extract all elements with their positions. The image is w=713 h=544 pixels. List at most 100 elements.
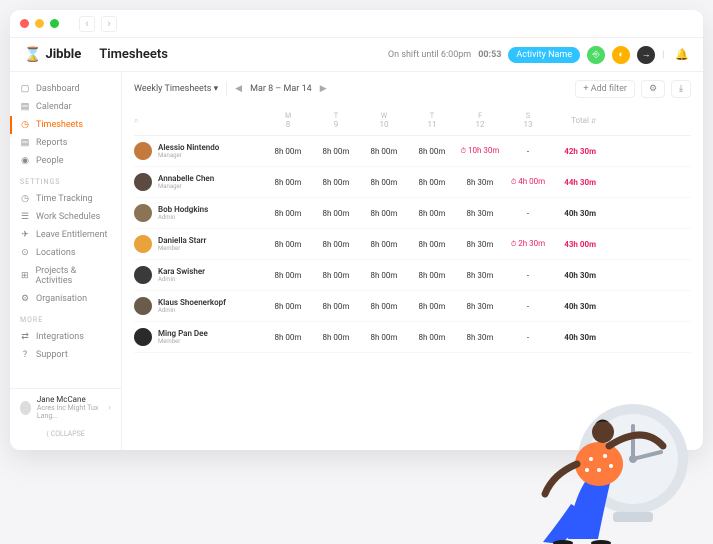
sidebar-item-reports[interactable]: ▤Reports	[10, 134, 121, 152]
total-cell: 44h 30m	[552, 178, 600, 187]
day-header: S13	[504, 112, 552, 129]
table-row[interactable]: Alessio NintendoManager8h 00m8h 00m8h 00…	[134, 136, 691, 167]
table-row[interactable]: Daniella StarrMember8h 00m8h 00m8h 00m8h…	[134, 229, 691, 260]
close-dot[interactable]	[20, 19, 29, 28]
back-button[interactable]: ‹	[79, 16, 95, 32]
overtime-icon: ⏱	[461, 147, 466, 156]
person-role: Manager	[158, 183, 214, 190]
sidebar-item-work-schedules[interactable]: ☰ Work Schedules	[10, 208, 121, 226]
time-cell: ⏱2h 30m	[504, 239, 552, 249]
more-header: MORE	[10, 308, 121, 328]
time-cell: 8h 00m	[408, 178, 456, 187]
window-chrome: ‹ ›	[10, 10, 703, 38]
sidebar-label: People	[36, 156, 64, 166]
sidebar-item-calendar[interactable]: ▤Calendar	[10, 98, 121, 116]
sidebar-item-integrations[interactable]: ⇄Integrations	[10, 328, 121, 346]
overtime-icon: ⏱	[511, 178, 516, 187]
sidebar-icon: ▤	[20, 138, 30, 148]
table-row[interactable]: Klaus ShoenerkopfAdmin8h 00m8h 00m8h 00m…	[134, 291, 691, 322]
overtime-icon: ⏱	[511, 240, 516, 249]
sidebar-item-locations[interactable]: ⊙Locations	[10, 244, 121, 262]
sidebar-icon: ◷	[20, 194, 30, 204]
export-button[interactable]: ⤓	[671, 80, 691, 98]
sidebar-icon: ◷	[20, 120, 30, 130]
person-role: Admin	[158, 307, 226, 314]
sidebar-label: Projects & Activities	[35, 266, 111, 286]
table-row[interactable]: Annabelle ChenManager8h 00m8h 00m8h 00m8…	[134, 167, 691, 198]
user-avatar	[20, 401, 31, 415]
view-selector[interactable]: Weekly Timesheets ▾	[134, 84, 218, 94]
user-card[interactable]: Jane McCane Acres Inc Might Tux Lang... …	[10, 388, 121, 426]
total-header[interactable]: Total	[571, 116, 589, 125]
brand-text: Jibble	[45, 47, 81, 62]
table-row[interactable]: Bob HodgkinsAdmin8h 00m8h 00m8h 00m8h 00…	[134, 198, 691, 229]
main-content: Weekly Timesheets ▾ ◀ Mar 8 – Mar 14 ▶ +…	[122, 72, 703, 450]
time-cell: 8h 00m	[312, 302, 360, 311]
page-title: Timesheets	[99, 47, 168, 62]
day-header: M8	[264, 112, 312, 129]
sidebar-item-support[interactable]: ?Support	[10, 346, 121, 364]
time-cell: 8h 00m	[264, 333, 312, 342]
day-header: W10	[360, 112, 408, 129]
collapse-sidebar[interactable]: ⟨ COLLAPSE	[10, 426, 121, 442]
minimize-dot[interactable]	[35, 19, 44, 28]
logo-icon: ⌛	[24, 47, 41, 63]
time-cell: 8h 00m	[360, 271, 408, 280]
sidebar-item-timesheets[interactable]: ◷ Timesheets	[10, 116, 121, 134]
time-cell: 8h 00m	[264, 209, 312, 218]
time-cell: 8h 00m	[360, 302, 408, 311]
time-cell: 8h 00m	[408, 209, 456, 218]
brand-logo[interactable]: ⌛ Jibble	[24, 47, 81, 63]
sidebar-item-leave-entitlement[interactable]: ✈Leave Entitlement	[10, 226, 121, 244]
avatar	[134, 142, 152, 160]
time-cell: 8h 30m	[456, 333, 504, 342]
total-cell: 40h 30m	[552, 271, 600, 280]
time-cell: ⏱4h 00m	[504, 177, 552, 187]
time-cell: 8h 00m	[264, 147, 312, 156]
settings-button[interactable]: ⚙	[641, 80, 665, 98]
person-cell: Bob HodgkinsAdmin	[134, 204, 264, 222]
maximize-dot[interactable]	[50, 19, 59, 28]
person-name: Ming Pan Dee	[158, 329, 208, 338]
time-cell: 8h 30m	[456, 302, 504, 311]
sidebar-icon: ⇄	[20, 332, 30, 342]
avatar	[134, 328, 152, 346]
time-cell: 8h 00m	[312, 333, 360, 342]
sidebar-item-time-tracking[interactable]: ◷ Time Tracking	[10, 190, 121, 208]
clock-out-icon[interactable]: →	[637, 46, 655, 64]
person-name: Klaus Shoenerkopf	[158, 298, 226, 307]
person-cell: Annabelle ChenManager	[134, 173, 264, 191]
table-row[interactable]: Kara SwisherAdmin8h 00m8h 00m8h 00m8h 00…	[134, 260, 691, 291]
add-filter-button[interactable]: + Add filter	[575, 80, 635, 98]
table-row[interactable]: Ming Pan DeeMember8h 00m8h 00m8h 00m8h 0…	[134, 322, 691, 353]
total-cell: 40h 30m	[552, 333, 600, 342]
sidebar-item-organisation[interactable]: ⚙Organisation	[10, 290, 121, 308]
sidebar-label: Work Schedules	[36, 212, 100, 222]
range-next-icon[interactable]: ▶	[320, 84, 327, 94]
forward-button[interactable]: ›	[101, 16, 117, 32]
sidebar-label: Timesheets	[36, 120, 83, 130]
date-range[interactable]: Mar 8 – Mar 14	[250, 84, 312, 94]
break-icon[interactable]: ◐	[612, 46, 630, 64]
time-cell: 8h 00m	[312, 147, 360, 156]
avatar	[134, 235, 152, 253]
time-cell: 8h 00m	[360, 209, 408, 218]
sidebar-label: Organisation	[36, 294, 87, 304]
sidebar-item-dashboard[interactable]: ▢Dashboard	[10, 80, 121, 98]
clock-in-icon[interactable]: ⎆	[587, 46, 605, 64]
person-cell: Klaus ShoenerkopfAdmin	[134, 297, 264, 315]
activity-pill[interactable]: Activity Name	[508, 47, 580, 63]
sidebar-label: Time Tracking	[36, 194, 93, 204]
range-prev-icon[interactable]: ◀	[235, 84, 242, 94]
day-header: T9	[312, 112, 360, 129]
sidebar-icon: ?	[20, 350, 30, 360]
sidebar-label: Locations	[36, 248, 75, 258]
time-cell: 8h 30m	[456, 240, 504, 249]
sidebar-icon: ☰	[20, 212, 30, 222]
notifications-icon[interactable]: 🔔	[675, 48, 689, 61]
search-icon[interactable]: ⌕	[134, 116, 264, 126]
person-role: Manager	[158, 152, 219, 159]
person-name: Daniella Starr	[158, 236, 206, 245]
sidebar-item-people[interactable]: ◉People	[10, 152, 121, 170]
sidebar-item-projects-activities[interactable]: ⊞Projects & Activities	[10, 262, 121, 290]
